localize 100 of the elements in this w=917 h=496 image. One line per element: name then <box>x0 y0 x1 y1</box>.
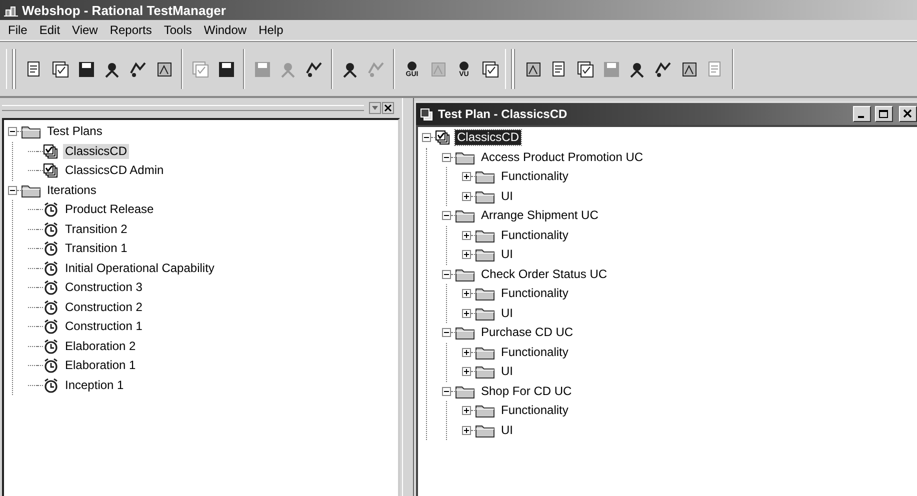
collapse-toggle-icon[interactable] <box>442 386 451 396</box>
tree-item[interactable]: Construction 1 <box>63 319 144 334</box>
menu-item[interactable]: Edit <box>33 23 66 37</box>
menu-item[interactable]: Help <box>252 23 290 37</box>
tree-item[interactable]: Elaboration 2 <box>63 338 138 354</box>
folder-icon <box>475 306 495 321</box>
stopwatch-icon <box>43 300 59 315</box>
expand-toggle-icon[interactable] <box>462 367 471 376</box>
collapse-toggle-icon[interactable] <box>442 152 451 162</box>
stopwatch-icon <box>43 202 59 218</box>
stopwatch-icon <box>43 358 59 374</box>
tree-item[interactable]: Transition 1 <box>63 241 130 256</box>
tree-item[interactable]: ClassicsCD <box>455 130 522 146</box>
menu-item[interactable]: Tools <box>158 23 198 37</box>
close-icon[interactable] <box>382 102 394 114</box>
stopwatch-icon <box>43 319 59 334</box>
tree-item[interactable]: UI <box>499 364 515 380</box>
toolbar-grip[interactable] <box>6 49 13 89</box>
folder-icon <box>455 384 475 399</box>
stopwatch-icon <box>43 241 59 256</box>
collapse-toggle-icon[interactable] <box>442 328 451 338</box>
folder-icon <box>21 124 41 140</box>
folder-icon <box>475 422 495 438</box>
dot-icon <box>459 60 469 70</box>
tree-item[interactable]: Construction 2 <box>63 300 144 315</box>
expand-toggle-icon[interactable] <box>462 250 471 260</box>
toolbar-icon <box>190 59 210 79</box>
toolbar-icon <box>216 59 236 79</box>
tree-item[interactable]: Functionality <box>499 403 570 418</box>
tree-item[interactable]: Construction 3 <box>63 280 144 296</box>
tree-item[interactable]: ClassicsCD Admin <box>63 163 166 178</box>
expand-toggle-icon[interactable] <box>462 348 471 357</box>
toolbar-icon <box>76 59 96 79</box>
test-plan-icon <box>43 144 59 159</box>
folder-icon <box>475 247 495 262</box>
tree-item[interactable]: Inception 1 <box>63 378 126 393</box>
tree-item[interactable]: Iterations <box>45 182 98 198</box>
tree-item[interactable]: Functionality <box>499 286 570 302</box>
stopwatch-icon <box>43 280 59 296</box>
menu-item[interactable]: Window <box>198 23 253 37</box>
folder-icon <box>475 228 495 243</box>
toolbar-icon <box>50 59 70 79</box>
expand-toggle-icon[interactable] <box>462 172 471 182</box>
expand-toggle-icon[interactable] <box>462 192 471 201</box>
pane-splitter[interactable] <box>402 98 414 496</box>
toolbar-icon <box>575 59 595 79</box>
tree-item[interactable]: ClassicsCD <box>63 144 130 159</box>
tree-item[interactable]: Product Release <box>63 202 156 218</box>
toolbar-icon <box>252 59 272 79</box>
folder-icon <box>475 344 495 360</box>
collapse-toggle-icon[interactable] <box>442 211 451 220</box>
expand-toggle-icon[interactable] <box>462 308 471 318</box>
tree-item[interactable]: Purchase CD UC <box>479 325 576 340</box>
tree-item[interactable]: Test Plans <box>45 124 104 140</box>
tree-item[interactable]: Access Product Promotion UC <box>479 150 646 165</box>
tree-item[interactable]: UI <box>499 306 515 321</box>
tree-item[interactable]: UI <box>499 247 515 262</box>
tree-item[interactable]: UI <box>499 188 515 204</box>
expand-toggle-icon[interactable] <box>462 426 471 435</box>
tree-item[interactable]: Elaboration 1 <box>63 358 138 374</box>
collapse-toggle-icon[interactable] <box>8 127 17 136</box>
window-title: Webshop - Rational TestManager <box>22 2 226 18</box>
menu-item[interactable]: View <box>66 23 104 37</box>
expand-toggle-icon[interactable] <box>462 289 471 298</box>
test-plan-icon <box>435 130 451 146</box>
folder-icon <box>475 188 495 204</box>
toolbar-icon <box>480 59 500 79</box>
minimize-icon[interactable] <box>853 106 871 122</box>
folder-icon <box>455 266 475 282</box>
expand-toggle-icon[interactable] <box>462 406 471 416</box>
stopwatch-icon <box>43 260 59 276</box>
tree-item[interactable]: Functionality <box>499 344 570 360</box>
maximize-icon[interactable] <box>875 106 893 122</box>
menu-item[interactable]: File <box>2 23 34 37</box>
collapse-toggle-icon[interactable] <box>8 186 17 195</box>
expand-toggle-icon[interactable] <box>462 230 471 240</box>
folder-icon <box>475 364 495 380</box>
dropdown-icon[interactable] <box>369 102 381 114</box>
tree-item[interactable]: Check Order Status UC <box>479 266 610 282</box>
collapse-toggle-icon[interactable] <box>422 133 431 142</box>
stopwatch-icon <box>43 222 59 237</box>
tree-item[interactable]: Arrange Shipment UC <box>479 208 600 224</box>
test-plan-icon <box>43 163 59 178</box>
tree-item[interactable]: Shop For CD UC <box>479 384 574 399</box>
collapse-toggle-icon[interactable] <box>442 270 451 279</box>
tree-item[interactable]: Transition 2 <box>63 222 130 237</box>
menu-item[interactable]: Reports <box>104 23 158 37</box>
stopwatch-icon <box>43 338 59 354</box>
tree-item[interactable]: UI <box>499 422 515 438</box>
document-title: Test Plan - ClassicsCD <box>438 107 568 121</box>
folder-icon <box>475 169 495 184</box>
tree-item[interactable]: Functionality <box>499 169 570 184</box>
toolbar-grip[interactable] <box>505 49 512 89</box>
tree-item[interactable]: Functionality <box>499 228 570 243</box>
test-plan-icon <box>420 108 434 120</box>
folder-icon <box>455 208 475 224</box>
tree-item[interactable]: Initial Operational Capability <box>63 260 216 276</box>
stopwatch-icon <box>43 378 59 393</box>
toolbar-icon <box>601 59 621 79</box>
folder-icon <box>475 403 495 418</box>
